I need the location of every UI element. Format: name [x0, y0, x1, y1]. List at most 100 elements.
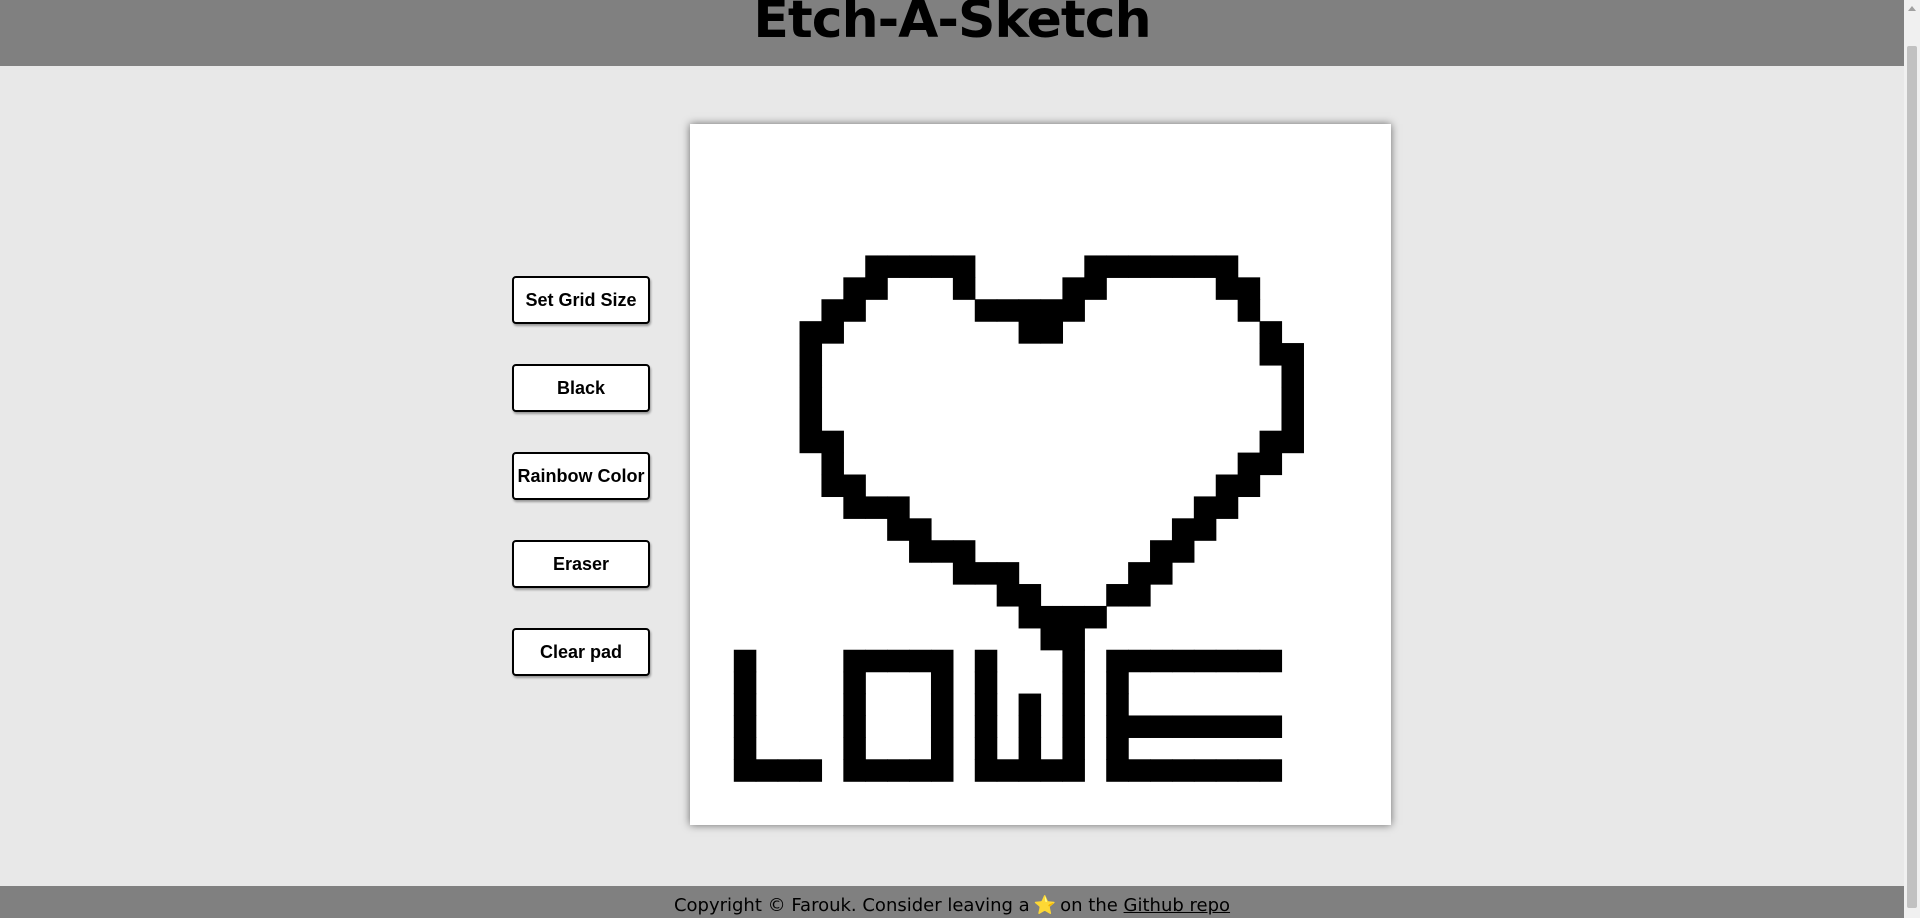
grid-cell[interactable] — [1018, 693, 1042, 717]
grid-cell[interactable] — [733, 759, 757, 782]
grid-cell[interactable] — [1040, 605, 1064, 629]
github-repo-link[interactable]: Github repo — [1124, 895, 1231, 916]
grid-cell[interactable] — [1062, 299, 1085, 322]
grid-cell[interactable] — [1062, 605, 1085, 629]
grid-cell[interactable] — [887, 255, 910, 278]
grid-cell[interactable] — [1171, 759, 1195, 782]
grid-cell[interactable] — [1040, 627, 1064, 651]
grid-cell[interactable] — [843, 715, 866, 738]
grid-cell[interactable] — [1018, 737, 1042, 760]
set-grid-size-button[interactable]: Set Grid Size — [512, 276, 650, 324]
grid-cell[interactable] — [887, 759, 910, 782]
grid-cell[interactable] — [1150, 759, 1173, 782]
grid-cell[interactable] — [1259, 430, 1283, 454]
grid-cell[interactable] — [799, 408, 823, 432]
grid-cell[interactable] — [1237, 649, 1261, 673]
grid-cell[interactable] — [1237, 715, 1261, 738]
rainbow-color-button[interactable]: Rainbow Color — [512, 452, 650, 500]
grid-cell[interactable] — [755, 759, 779, 782]
grid-cell[interactable] — [843, 693, 866, 717]
grid-cell[interactable] — [1259, 649, 1283, 673]
grid-cell[interactable] — [865, 277, 888, 300]
grid-cell[interactable] — [799, 364, 823, 388]
grid-cell[interactable] — [1237, 759, 1261, 782]
sketch-grid[interactable] — [690, 124, 1391, 825]
grid-cell[interactable] — [1106, 584, 1129, 607]
scrollbar[interactable] — [1904, 0, 1920, 918]
grid-cell[interactable] — [930, 759, 954, 782]
grid-cell[interactable] — [1193, 496, 1217, 519]
grid-cell[interactable] — [843, 649, 866, 673]
grid-cell[interactable] — [1281, 430, 1304, 454]
grid-cell[interactable] — [1018, 321, 1042, 344]
grid-cell[interactable] — [1259, 715, 1283, 738]
grid-cell[interactable] — [909, 649, 932, 673]
grid-cell[interactable] — [930, 671, 954, 695]
scrollbar-thumb[interactable] — [1907, 46, 1917, 908]
grid-cell[interactable] — [1084, 255, 1107, 278]
grid-cell[interactable] — [1193, 649, 1217, 673]
grid-cell[interactable] — [909, 255, 932, 278]
eraser-button[interactable]: Eraser — [512, 540, 650, 588]
grid-cell[interactable] — [799, 430, 823, 454]
grid-cell[interactable] — [799, 386, 823, 410]
grid-cell[interactable] — [1193, 759, 1217, 782]
grid-cell[interactable] — [974, 759, 998, 782]
grid-cell[interactable] — [1106, 759, 1129, 782]
grid-cell[interactable] — [733, 649, 757, 673]
grid-cell[interactable] — [777, 759, 801, 782]
grid-cell[interactable] — [1106, 737, 1129, 760]
grid-cell[interactable] — [821, 430, 844, 454]
grid-cell[interactable] — [1106, 693, 1129, 717]
clear-pad-button[interactable]: Clear pad — [512, 628, 650, 676]
grid-cell[interactable] — [1259, 343, 1283, 366]
grid-cell[interactable] — [1237, 277, 1261, 300]
grid-cell[interactable] — [843, 496, 866, 519]
grid-cell[interactable] — [865, 496, 888, 519]
grid-cell[interactable] — [1171, 255, 1195, 278]
grid-cell[interactable] — [1062, 277, 1085, 300]
grid-cell[interactable] — [1281, 408, 1304, 432]
grid-cell[interactable] — [1150, 540, 1173, 563]
grid-cell[interactable] — [930, 737, 954, 760]
grid-cell[interactable] — [1128, 649, 1151, 673]
grid-cell[interactable] — [1215, 255, 1239, 278]
grid-cell[interactable] — [1259, 452, 1283, 476]
grid-cell[interactable] — [909, 518, 932, 541]
grid-cell[interactable] — [1171, 715, 1195, 738]
grid-cell[interactable] — [1128, 255, 1151, 278]
grid-cell[interactable] — [1215, 474, 1239, 498]
black-button[interactable]: Black — [512, 364, 650, 412]
grid-cell[interactable] — [1215, 715, 1239, 738]
grid-cell[interactable] — [996, 584, 1020, 607]
grid-cell[interactable] — [1018, 299, 1042, 322]
grid-cell[interactable] — [974, 671, 998, 695]
grid-cell[interactable] — [1106, 715, 1129, 738]
grid-cell[interactable] — [1018, 584, 1042, 607]
grid-cell[interactable] — [733, 671, 757, 695]
grid-cell[interactable] — [887, 649, 910, 673]
grid-cell[interactable] — [930, 540, 954, 563]
grid-cell[interactable] — [843, 737, 866, 760]
grid-cell[interactable] — [843, 299, 866, 322]
grid-cell[interactable] — [799, 759, 823, 782]
grid-cell[interactable] — [1171, 649, 1195, 673]
grid-cell[interactable] — [909, 540, 932, 563]
grid-cell[interactable] — [1062, 759, 1085, 782]
grid-cell[interactable] — [821, 474, 844, 498]
grid-cell[interactable] — [865, 759, 888, 782]
grid-cell[interactable] — [996, 759, 1020, 782]
grid-cell[interactable] — [799, 343, 823, 366]
grid-cell[interactable] — [1281, 343, 1304, 366]
grid-cell[interactable] — [996, 562, 1020, 585]
grid-cell[interactable] — [1193, 518, 1217, 541]
grid-cell[interactable] — [974, 299, 998, 322]
grid-cell[interactable] — [974, 693, 998, 717]
grid-cell[interactable] — [1171, 518, 1195, 541]
grid-cell[interactable] — [1106, 255, 1129, 278]
grid-cell[interactable] — [1259, 321, 1283, 344]
grid-cell[interactable] — [799, 321, 823, 344]
grid-cell[interactable] — [974, 715, 998, 738]
grid-cell[interactable] — [1150, 715, 1173, 738]
grid-cell[interactable] — [952, 540, 976, 563]
